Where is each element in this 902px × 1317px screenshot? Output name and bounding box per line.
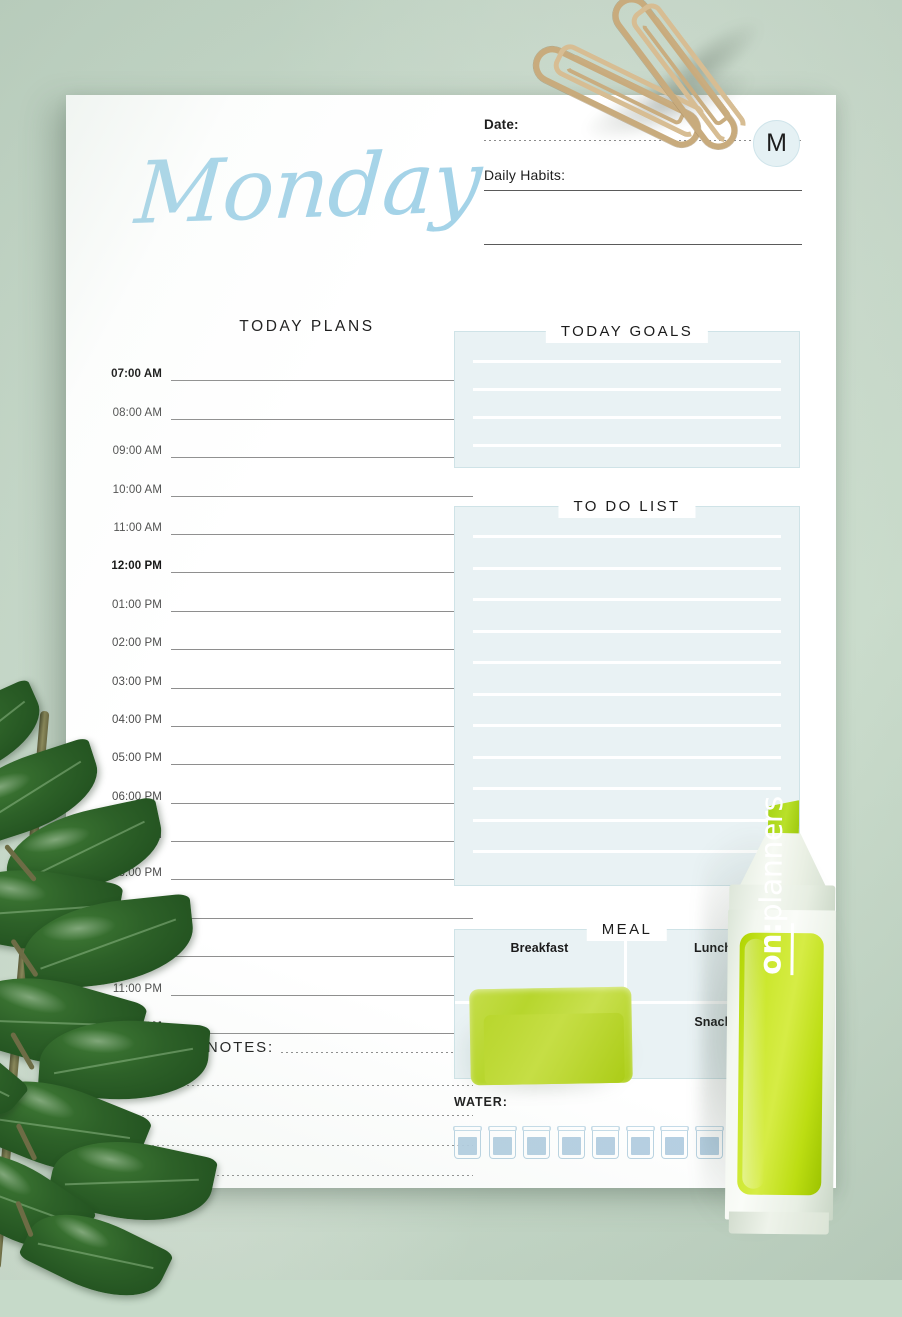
panel-rule-line[interactable] <box>473 444 781 447</box>
page-title: Monday <box>131 132 485 244</box>
plan-slot-line[interactable] <box>171 418 473 420</box>
plan-slot-time: 01:00 PM <box>111 598 162 611</box>
today-goals-panel: TODAY GOALS <box>454 321 800 468</box>
today-goals-title: TODAY GOALS <box>545 321 709 343</box>
water-glass-icon[interactable] <box>487 1126 517 1159</box>
plan-slot-line[interactable] <box>171 380 473 382</box>
meal-title: MEAL <box>586 919 668 941</box>
panel-rule-line[interactable] <box>473 787 781 790</box>
plan-slot-line[interactable] <box>171 495 473 497</box>
water-glass-icon[interactable] <box>522 1126 551 1159</box>
plan-slot[interactable]: 02:00 PM <box>97 612 473 651</box>
panel-rule-line[interactable] <box>473 598 781 601</box>
plan-slot-time: 07:00 AM <box>111 368 162 381</box>
eraser-sleeve <box>483 1012 625 1086</box>
plan-slot-line[interactable] <box>171 610 473 612</box>
plan-slot-time: 09:00 AM <box>112 445 162 458</box>
daily-habits-line-2[interactable] <box>484 244 802 245</box>
plan-slot[interactable]: 08:00 AM <box>97 381 473 420</box>
panel-rule-line[interactable] <box>473 629 781 633</box>
pen-base <box>728 1211 829 1235</box>
plan-slot[interactable]: 12:00 PM <box>97 535 473 574</box>
green-eraser <box>459 986 641 1096</box>
plan-slot[interactable]: 01:00 PM <box>97 573 473 612</box>
water-glass-icon[interactable] <box>556 1126 586 1159</box>
plan-slot[interactable]: 11:00 AM <box>97 497 473 535</box>
panel-rule-line[interactable] <box>473 566 781 570</box>
plan-slot[interactable]: 07:00 AM <box>97 343 473 382</box>
plan-slot-time: 10:00 AM <box>112 483 162 496</box>
pen-brand-prefix: on: <box>753 922 794 976</box>
zz-plant-decoration <box>0 678 260 1317</box>
plan-slot[interactable]: 03:00 PM <box>97 650 473 689</box>
plan-slot-line[interactable] <box>171 649 473 651</box>
plan-slot-time: 11:00 AM <box>113 521 162 534</box>
panel-rule-line[interactable] <box>473 692 781 696</box>
plan-slot[interactable]: 10:00 AM <box>97 458 473 497</box>
panel-rule-line[interactable] <box>473 535 781 538</box>
plan-slot-line[interactable] <box>171 533 473 535</box>
notes-line[interactable] <box>281 1052 473 1053</box>
plan-slot-time: 08:00 AM <box>112 406 162 419</box>
panel-rule-line[interactable] <box>473 755 781 759</box>
panel-rule-line[interactable] <box>473 388 781 391</box>
highlighter-pen: on:planners <box>698 796 853 1237</box>
plan-slot-line[interactable] <box>171 572 473 574</box>
today-plans-title: TODAY PLANS <box>239 318 375 335</box>
plan-slot-line[interactable] <box>171 457 473 459</box>
panel-rule-line[interactable] <box>473 416 781 419</box>
water-tracker: WATER: <box>453 1095 724 1159</box>
water-glass-icon[interactable] <box>453 1126 482 1159</box>
plan-slot-time: 12:00 PM <box>111 560 162 573</box>
todo-list-title: TO DO LIST <box>558 496 696 518</box>
water-glass-icon[interactable] <box>625 1126 655 1159</box>
plan-slot-line[interactable] <box>171 687 473 689</box>
water-label: WATER: <box>454 1095 508 1109</box>
plan-slot[interactable]: 09:00 AM <box>97 420 473 459</box>
pen-brand-logo: on:planners <box>753 796 794 976</box>
water-glasses <box>453 1126 724 1159</box>
plan-slot-time: 02:00 PM <box>111 637 162 650</box>
panel-rule-line[interactable] <box>473 724 781 727</box>
paperclips <box>526 0 870 178</box>
plan-slot-time: 03:00 PM <box>111 675 162 688</box>
panel-rule-line[interactable] <box>473 661 781 664</box>
water-glass-icon[interactable] <box>591 1126 620 1159</box>
water-glass-icon[interactable] <box>660 1126 689 1159</box>
pen-brand-name: planners <box>753 796 791 923</box>
panel-rule-line[interactable] <box>473 360 781 363</box>
